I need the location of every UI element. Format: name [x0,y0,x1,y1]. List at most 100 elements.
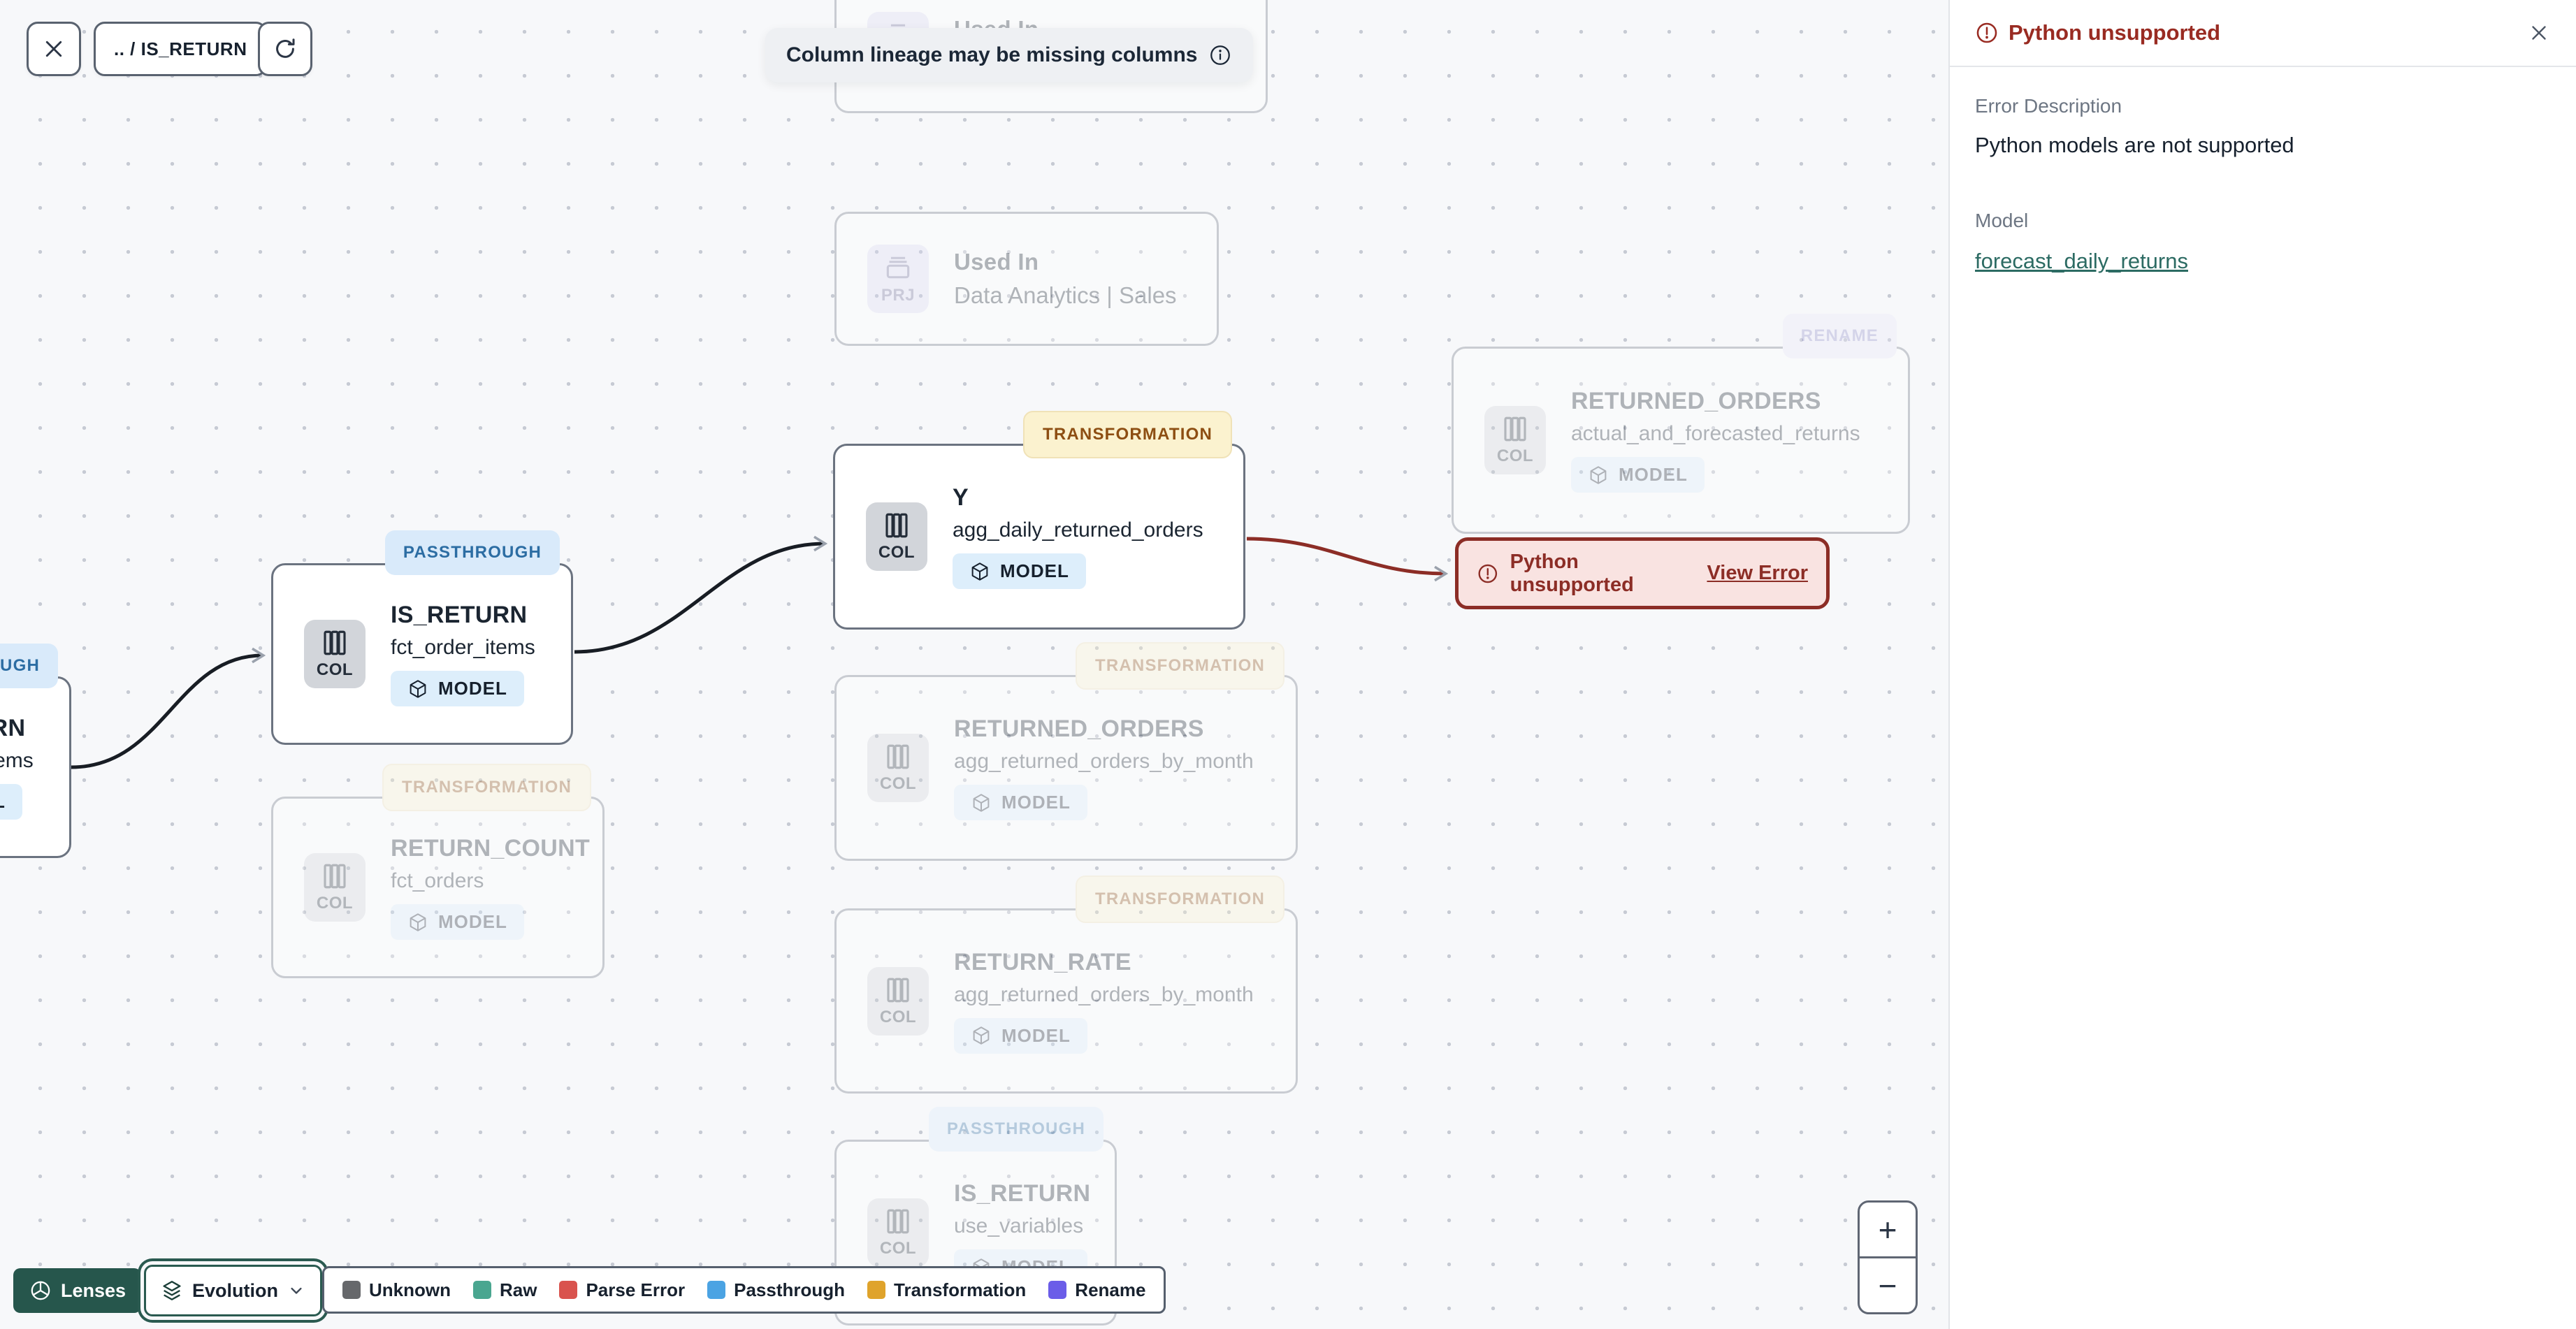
chip-label: COL [879,774,917,793]
node-title: IS_RETURN [954,1180,1091,1207]
cube-icon [410,679,426,698]
legend-swatch [867,1281,886,1299]
legend-label: Unknown [369,1279,451,1300]
node-is-return-partial[interactable]: PASSTHROUGH COL IS_RETURN fct_order_item… [0,644,71,858]
columns-icon [887,1209,909,1234]
col-chip: COL [304,620,366,688]
badge-transformation: TRANSFORMATION [382,764,591,811]
cube-icon [971,562,988,581]
model-chip-label: MODEL [438,678,507,699]
model-link[interactable]: forecast_daily_returns [1975,249,2188,274]
project-icon [886,256,910,279]
node-y-agg-daily[interactable]: TRANSFORMATION COL Y agg_daily_returned_… [833,411,1245,630]
columns-icon [1504,416,1526,442]
node-used-in-sales[interactable]: PRJ Used In Data Analytics | Sales [834,212,1219,346]
panel-title: Python unsupported [2009,20,2221,45]
breadcrumb-label: .. / IS_RETURN [114,38,247,59]
lineage-warning-banner: Column lineage may be missing columns [765,28,1254,82]
node-returned-orders[interactable]: TRANSFORMATION COL RETURNED_ORDERS agg_r… [834,642,1298,861]
info-icon[interactable] [1208,43,1232,67]
zoom-out-button[interactable]: − [1860,1256,1916,1312]
legend-item-rename: Rename [1048,1279,1145,1301]
node-subtitle: agg_returned_orders_by_month [954,982,1254,1006]
chip-label: COL [879,1239,917,1258]
node-returned-orders-rename[interactable]: RENAME COL RETURNED_ORDERS actual_and_fo… [1452,314,1910,534]
error-node-python-unsupported[interactable]: Python unsupported View Error [1455,537,1830,609]
node-title: Used In [954,249,1039,275]
node-subtitle: use_variables [954,1214,1084,1237]
error-description-value: Python models are not supported [1975,133,2294,157]
node-return-rate[interactable]: TRANSFORMATION COL RETURN_RATE agg_retur… [834,876,1298,1094]
badge-passthrough: PASSTHROUGH [384,530,560,575]
badge-rename: RENAME [1782,314,1897,358]
columns-icon [885,513,908,538]
legend-swatch [1048,1281,1067,1299]
breadcrumb[interactable]: .. / IS_RETURN [94,22,268,76]
error-node-label: Python unsupported [1510,550,1634,596]
legend-swatch [342,1281,361,1299]
badge-passthrough: PASSTHROUGH [0,644,58,688]
node-subtitle: fct_orders [391,869,484,892]
banner-text: Column lineage may be missing columns [786,43,1198,66]
legend-item-unknown: Unknown [342,1279,451,1301]
badge-transformation: TRANSFORMATION [1023,411,1232,458]
refresh-button[interactable] [258,22,312,76]
lenses-button[interactable]: Lenses [13,1268,142,1313]
model-chip-label: MODEL [438,911,507,932]
panel-header: Python unsupported [1950,0,2576,67]
badge-transformation: TRANSFORMATION [1076,876,1285,923]
columns-icon [324,630,346,655]
node-subtitle: fct_order_items [391,636,535,659]
legend-swatch [559,1281,578,1299]
zoom-in-button[interactable]: + [1860,1203,1916,1256]
close-lineage-button[interactable] [27,22,81,76]
model-chip-label: MODEL [1619,464,1688,485]
view-error-link[interactable]: View Error [1707,562,1808,585]
model-chip-label: MODEL [1001,1024,1071,1046]
lens-selected-label: Evolution [192,1279,278,1301]
model-chip: MODEL [953,553,1086,589]
alert-circle-icon [1976,22,1997,43]
legend-label: Rename [1075,1279,1146,1300]
col-chip: COL [1484,406,1546,474]
legend-item-parse-error: Parse Error [559,1279,685,1301]
zoom-controls: + − [1858,1200,1918,1314]
chip-label: PRJ [881,286,916,305]
alert-circle-icon [1478,564,1498,583]
node-is-return[interactable]: PASSTHROUGH COL IS_RETURN fct_order_item… [271,530,573,745]
cube-icon [410,913,426,931]
chip-label: COL [316,894,354,913]
chip-label: COL [1496,446,1534,465]
columns-icon [887,978,909,1002]
node-title: IS_RETURN [391,602,528,628]
legend-swatch [707,1281,726,1299]
layers-icon [163,1281,181,1300]
columns-icon [887,744,909,769]
model-chip: MODEL [1571,457,1705,493]
lens-legend: Unknown Raw Parse Error Passthrough Tran… [322,1266,1166,1314]
chip-label: COL [879,1007,917,1026]
error-side-panel: Python unsupported Error Description Pyt… [1948,0,2576,1329]
node-title: RETURN_COUNT [391,835,591,862]
close-icon[interactable] [2527,21,2551,45]
lenses-label: Lenses [61,1279,126,1301]
edge-left-to-isreturn [71,647,266,769]
node-title: RETURN_RATE [954,948,1131,975]
node-subtitle: actual_and_forecasted_returns [1571,422,1860,445]
prj-chip: PRJ [867,245,929,313]
model-chip: MODEL [0,784,22,820]
refresh-icon [276,38,295,58]
node-return-count[interactable]: TRANSFORMATION COL RETURN_COUNT fct_orde… [271,764,605,978]
node-subtitle: fct_order_items [0,749,34,772]
lens-select-evolution[interactable]: Evolution [144,1265,322,1316]
badge-transformation: TRANSFORMATION [1076,642,1285,690]
node-title: Y [953,484,969,511]
lineage-canvas[interactable]: PRJ Used In Data Analytics | Marketing P… [0,0,1948,1329]
model-chip: MODEL [391,904,524,940]
close-icon [45,41,62,57]
node-subtitle: agg_returned_orders_by_month [954,750,1254,773]
model-chip-label: MODEL [1001,792,1071,813]
columns-icon [324,864,346,889]
legend-swatch [473,1281,491,1299]
model-chip-label: MODEL [0,791,6,813]
